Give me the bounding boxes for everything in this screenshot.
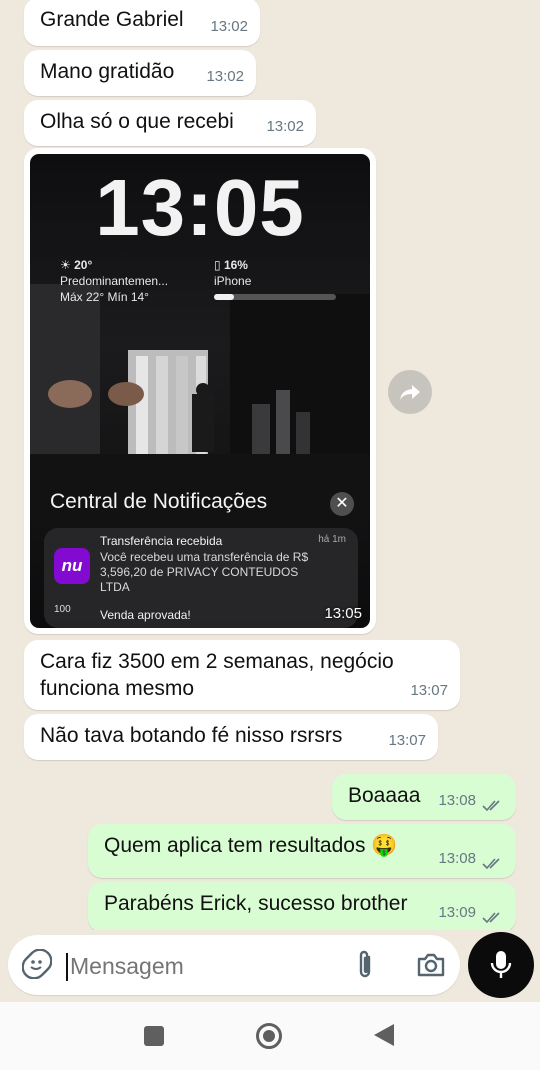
sales-app-icon: 100 [54, 604, 71, 615]
notification-age: há 1m [318, 534, 346, 545]
back-triangle-icon[interactable] [374, 1024, 394, 1046]
image-message-bubble[interactable]: 13:05 ☀ 20° Predominantemen... Máx 22° M… [24, 148, 376, 634]
battery-device: iPhone [214, 274, 252, 288]
battery-icon: ▯ [214, 258, 221, 272]
weather-range: Máx 22° Mín 14° [60, 290, 149, 304]
message-text: Boaaaa [348, 784, 421, 807]
notification-title: Transferência recebida [100, 534, 223, 548]
message-text: Parabéns Erick, sucesso brother [104, 892, 408, 915]
home-circle-icon[interactable] [256, 1023, 282, 1049]
microphone-icon [490, 951, 512, 978]
camera-icon[interactable] [416, 951, 446, 979]
message-bubble-incoming[interactable]: Não tava botando fé nisso rsrsrs 13:07 [24, 714, 438, 760]
message-text: Cara fiz 3500 em 2 semanas, negócio func… [40, 650, 394, 700]
voice-record-button[interactable] [468, 932, 534, 998]
paperclip-icon[interactable] [354, 949, 376, 981]
message-bubble-outgoing[interactable]: Quem aplica tem resultados 🤑 13:08 [88, 824, 516, 878]
battery-percent: 16% [223, 258, 248, 272]
message-bubble-incoming[interactable]: Cara fiz 3500 em 2 semanas, negócio func… [24, 640, 460, 710]
notification-center-title: Central de Notificações [50, 490, 268, 513]
battery-bar [214, 294, 336, 300]
message-time: 13:02 [266, 118, 304, 135]
notification-card[interactable]: nu Transferência recebida há 1m Você rec… [44, 528, 358, 628]
read-receipt-icon [482, 800, 500, 812]
message-text: Mano gratidão [40, 60, 175, 83]
message-bubble-outgoing[interactable]: Parabéns Erick, sucesso brother 13:09 [88, 882, 516, 930]
message-text: Quem aplica tem resultados 🤑 [104, 834, 398, 857]
message-time: 13:07 [410, 682, 448, 699]
message-bubble-outgoing[interactable]: Boaaaa 13:08 [332, 774, 516, 820]
message-time: 13:02 [206, 68, 244, 85]
message-time: 13:07 [388, 732, 426, 749]
message-time: 13:08 [438, 792, 476, 809]
read-receipt-icon [482, 858, 500, 870]
battery-widget: ▯ 16% iPhone [214, 257, 344, 300]
notification-title: Venda aprovada! [100, 608, 191, 622]
notification-body: Você recebeu uma transferência de R$ 3,5… [100, 550, 309, 594]
battery-bar-fill [214, 294, 234, 300]
weather-widget: ☀ 20° Predominantemen... Máx 22° Mín 14° [60, 257, 168, 305]
message-time: 13:09 [438, 904, 476, 921]
message-bubble-incoming[interactable]: Olha só o que recebi 13:02 [24, 100, 316, 146]
close-icon[interactable]: ✕ [330, 492, 354, 516]
weather-temp: 20° [74, 258, 93, 272]
sun-icon: ☀ [60, 258, 71, 272]
forward-button[interactable] [388, 370, 432, 414]
message-time: 13:02 [210, 18, 248, 35]
message-time: 13:08 [438, 850, 476, 867]
message-composer[interactable] [8, 935, 460, 995]
weather-condition: Predominantemen... [60, 274, 169, 288]
chat-area[interactable]: Grande Gabriel 13:02 Mano gratidão 13:02… [0, 0, 540, 930]
message-input[interactable] [68, 947, 342, 985]
image-time: 13:05 [324, 605, 362, 622]
system-navigation-bar [0, 1002, 540, 1070]
nubank-app-icon: nu [54, 548, 90, 584]
recents-square-icon[interactable] [144, 1026, 164, 1046]
message-text: Grande Gabriel [40, 8, 184, 31]
message-text: Olha só o que recebi [40, 110, 234, 133]
message-text: Não tava botando fé nisso rsrsrs [40, 724, 343, 747]
sticker-icon[interactable] [21, 948, 53, 980]
screenshot-photo[interactable]: 13:05 ☀ 20° Predominantemen... Máx 22° M… [30, 154, 370, 628]
lockscreen-clock: 13:05 [95, 163, 305, 252]
message-bubble-incoming[interactable]: Grande Gabriel 13:02 [24, 0, 260, 46]
forward-icon [400, 385, 420, 400]
message-bubble-incoming[interactable]: Mano gratidão 13:02 [24, 50, 256, 96]
read-receipt-icon [482, 912, 500, 924]
